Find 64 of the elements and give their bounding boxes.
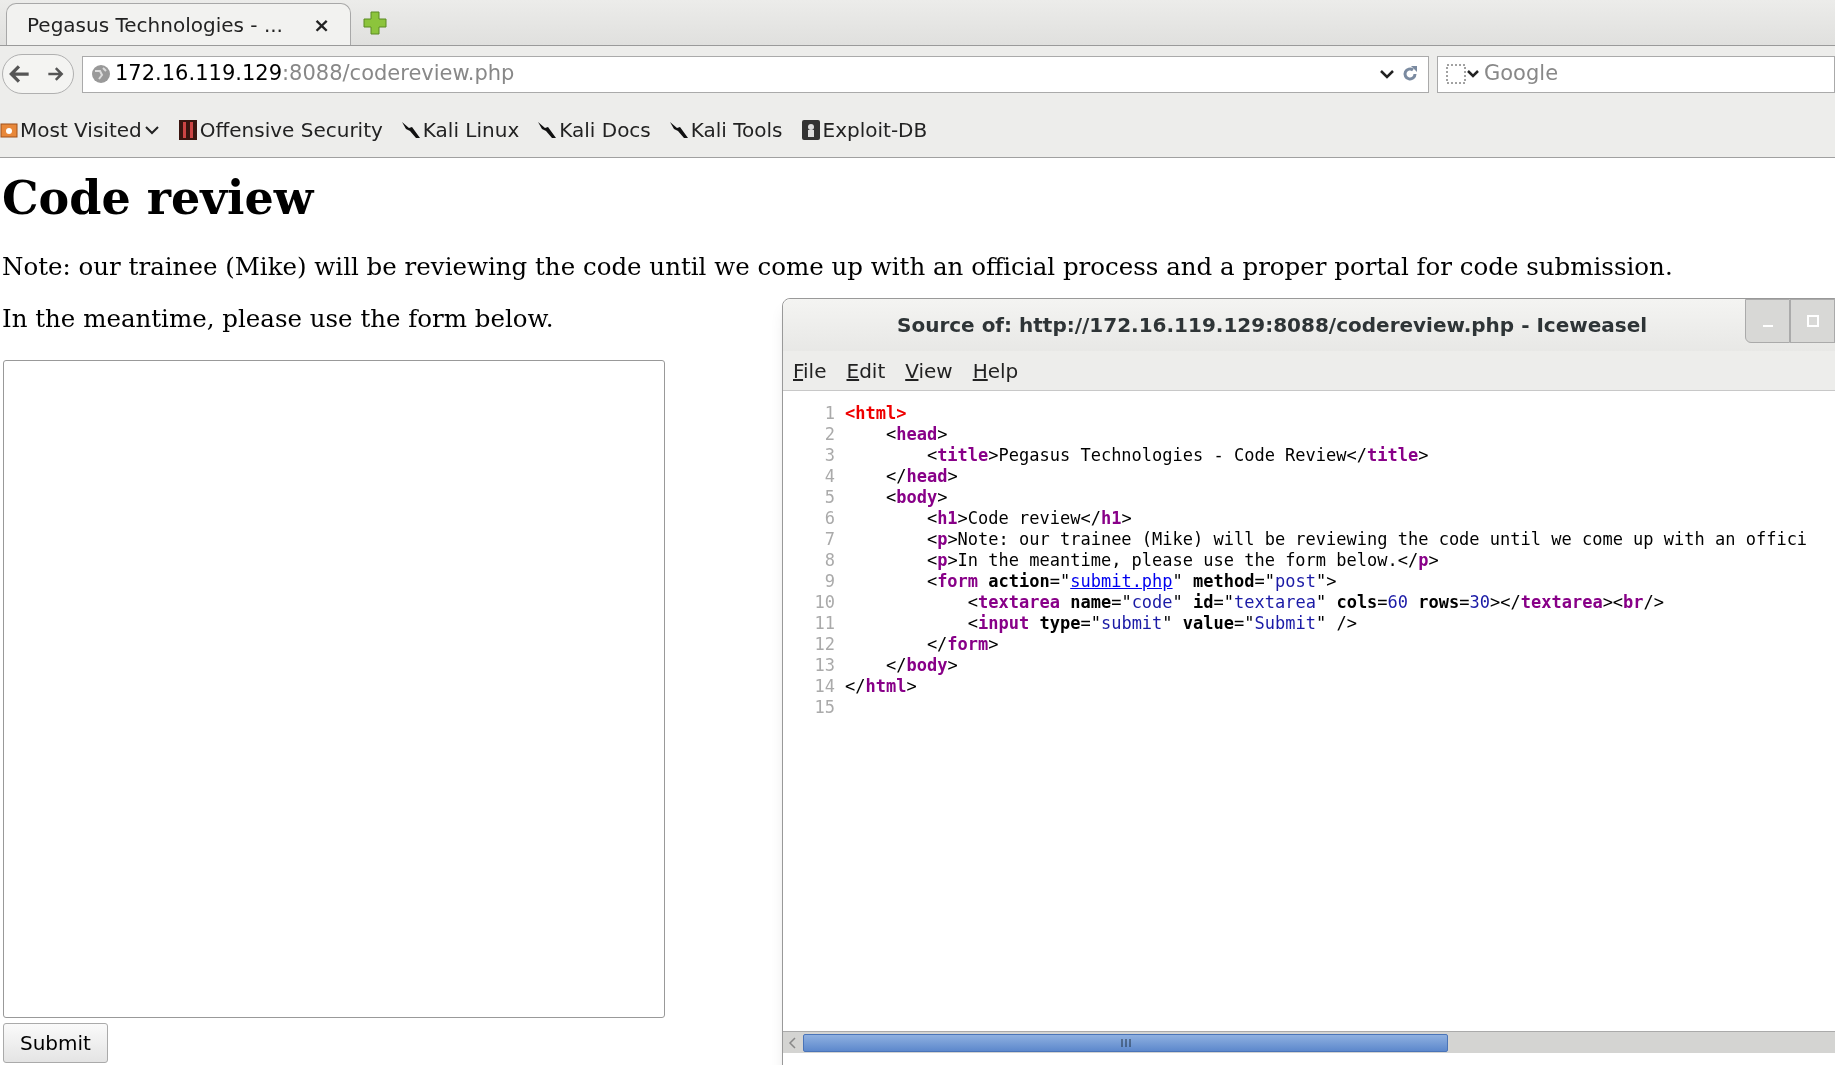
plus-icon[interactable]	[363, 11, 387, 35]
code-line: </form>	[925, 634, 999, 655]
line-number: 6	[823, 508, 836, 529]
line-number: 14	[813, 676, 836, 697]
line-number: 4	[823, 466, 836, 487]
url-text: 172.16.119.129:8088/codereview.php	[115, 60, 516, 88]
pillar-icon	[177, 118, 198, 141]
page-heading: Code review	[2, 170, 316, 227]
note-paragraph: Note: our trainee (Mike) will be reviewing the code until we come up with an official process and a proper portal for code submission.	[2, 252, 1673, 282]
minimize-button[interactable]	[1745, 299, 1790, 343]
line-number: 7	[823, 529, 836, 550]
search-input[interactable]: Google	[1484, 58, 1826, 90]
back-forward-buttons[interactable]	[2, 54, 74, 94]
bookmark-item[interactable]: Kali Linux	[400, 114, 520, 145]
maximize-button[interactable]	[1790, 299, 1835, 343]
horizontal-scrollbar[interactable]	[783, 1031, 1835, 1053]
maximize-icon	[1805, 314, 1820, 328]
line-number: 5	[823, 487, 836, 508]
line-number: 1	[823, 403, 836, 424]
code-line: <p>In the meantime, please use the form below.</p>	[925, 550, 1439, 571]
scrollbar-thumb[interactable]	[803, 1033, 1448, 1052]
close-icon[interactable]: ×	[313, 9, 330, 40]
line-number: 10	[813, 592, 836, 613]
grip-icon	[1120, 1038, 1131, 1047]
code-line: <html>	[845, 403, 907, 424]
line-number: 3	[823, 445, 836, 466]
address-bar[interactable]: 172.16.119.129:8088/codereview.php	[82, 55, 1429, 93]
code-line: <p>Note: our trainee (Mike) will be reviewing the code until we come up with an offici	[925, 529, 1808, 550]
bookmark-item[interactable]: Exploit-DB	[800, 114, 928, 145]
browser-tab[interactable]: Pegasus Technologies - ... ×	[6, 3, 351, 45]
form-instruction: In the meantime, please use the form below.	[2, 304, 554, 334]
tab-title: Pegasus Technologies - ...	[27, 11, 283, 39]
code-line: </html>	[845, 676, 917, 697]
line-number: 12	[813, 634, 836, 655]
bookmark-item[interactable]: Kali Docs	[537, 114, 651, 145]
line-number: 11	[813, 613, 836, 634]
minimize-icon	[1762, 325, 1773, 327]
menu-item[interactable]: Edit	[846, 355, 886, 386]
menu-item[interactable]: Help	[972, 355, 1019, 386]
bookmark-item[interactable]: Offensive Security	[177, 114, 383, 145]
line-number: 9	[823, 571, 836, 592]
globe-icon	[91, 64, 111, 84]
search-engine-icon[interactable]	[1446, 64, 1480, 84]
code-line: <head>	[884, 424, 948, 445]
code-line: <input type="submit" value="Submit" />	[966, 613, 1357, 634]
line-number: 13	[813, 655, 836, 676]
code-line: </body>	[884, 655, 958, 676]
submit-button[interactable]: Submit	[3, 1023, 108, 1063]
menu-item[interactable]: View	[905, 355, 953, 386]
bookmark-item[interactable]: Kali Tools	[668, 114, 783, 145]
bookmark-item[interactable]: Most Visited	[0, 114, 160, 145]
code-line: <body>	[884, 487, 948, 508]
code-line: <form action="submit.php" method="post">	[925, 571, 1337, 592]
code-line: <title>Pegasus Technologies - Code Review</title>	[925, 445, 1429, 466]
code-line: <h1>Code review</h1>	[925, 508, 1132, 529]
menu-item[interactable]: File	[793, 355, 827, 386]
code-line: </head>	[884, 466, 958, 487]
line-number: 2	[823, 424, 836, 445]
line-number: 15	[813, 697, 836, 718]
window-title: Source of: http://172.16.119.129:8088/codereview.php - Iceweasel	[897, 312, 1648, 339]
folder-icon	[0, 120, 18, 139]
code-line: <textarea name="code" id="textarea" cols=60 rows=30></textarea><br/>	[966, 592, 1665, 613]
search-field[interactable]: Google	[1437, 55, 1835, 93]
line-number: 8	[823, 550, 836, 571]
